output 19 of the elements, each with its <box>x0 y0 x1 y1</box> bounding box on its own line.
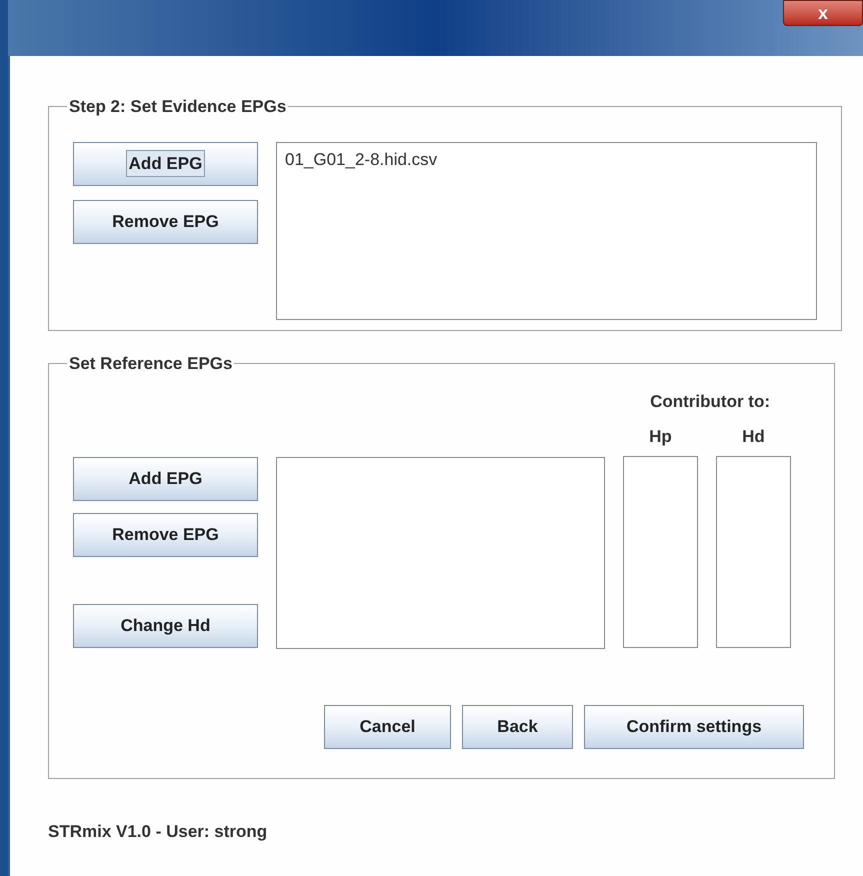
hp-list[interactable] <box>623 456 698 648</box>
group-title: Set Reference EPGs <box>68 353 234 375</box>
group-title: Step 2: Set Evidence EPGs <box>68 96 288 118</box>
evidence-file-list[interactable]: 01_G01_2-8.hid.csv <box>276 142 817 320</box>
close-button[interactable]: x <box>783 0 863 26</box>
hp-label: Hp <box>649 426 672 448</box>
file-item[interactable]: 01_G01_2-8.hid.csv <box>285 146 808 172</box>
action-button[interactable]: Back <box>462 705 573 749</box>
contributor-label: Contributor to: <box>650 390 770 412</box>
action-button[interactable]: Change Hd <box>73 604 258 648</box>
hd-label: Hd <box>742 426 765 448</box>
action-button[interactable]: Add EPG <box>73 142 258 186</box>
action-button[interactable]: Remove EPG <box>73 513 258 557</box>
action-button[interactable]: Add EPG <box>73 457 258 501</box>
action-button[interactable]: Confirm settings <box>584 705 804 749</box>
action-button[interactable]: Remove EPG <box>73 200 258 244</box>
action-button[interactable]: Cancel <box>324 705 451 749</box>
hd-list[interactable] <box>716 456 791 648</box>
status-text: STRmix V1.0 - User: strong <box>48 821 268 843</box>
